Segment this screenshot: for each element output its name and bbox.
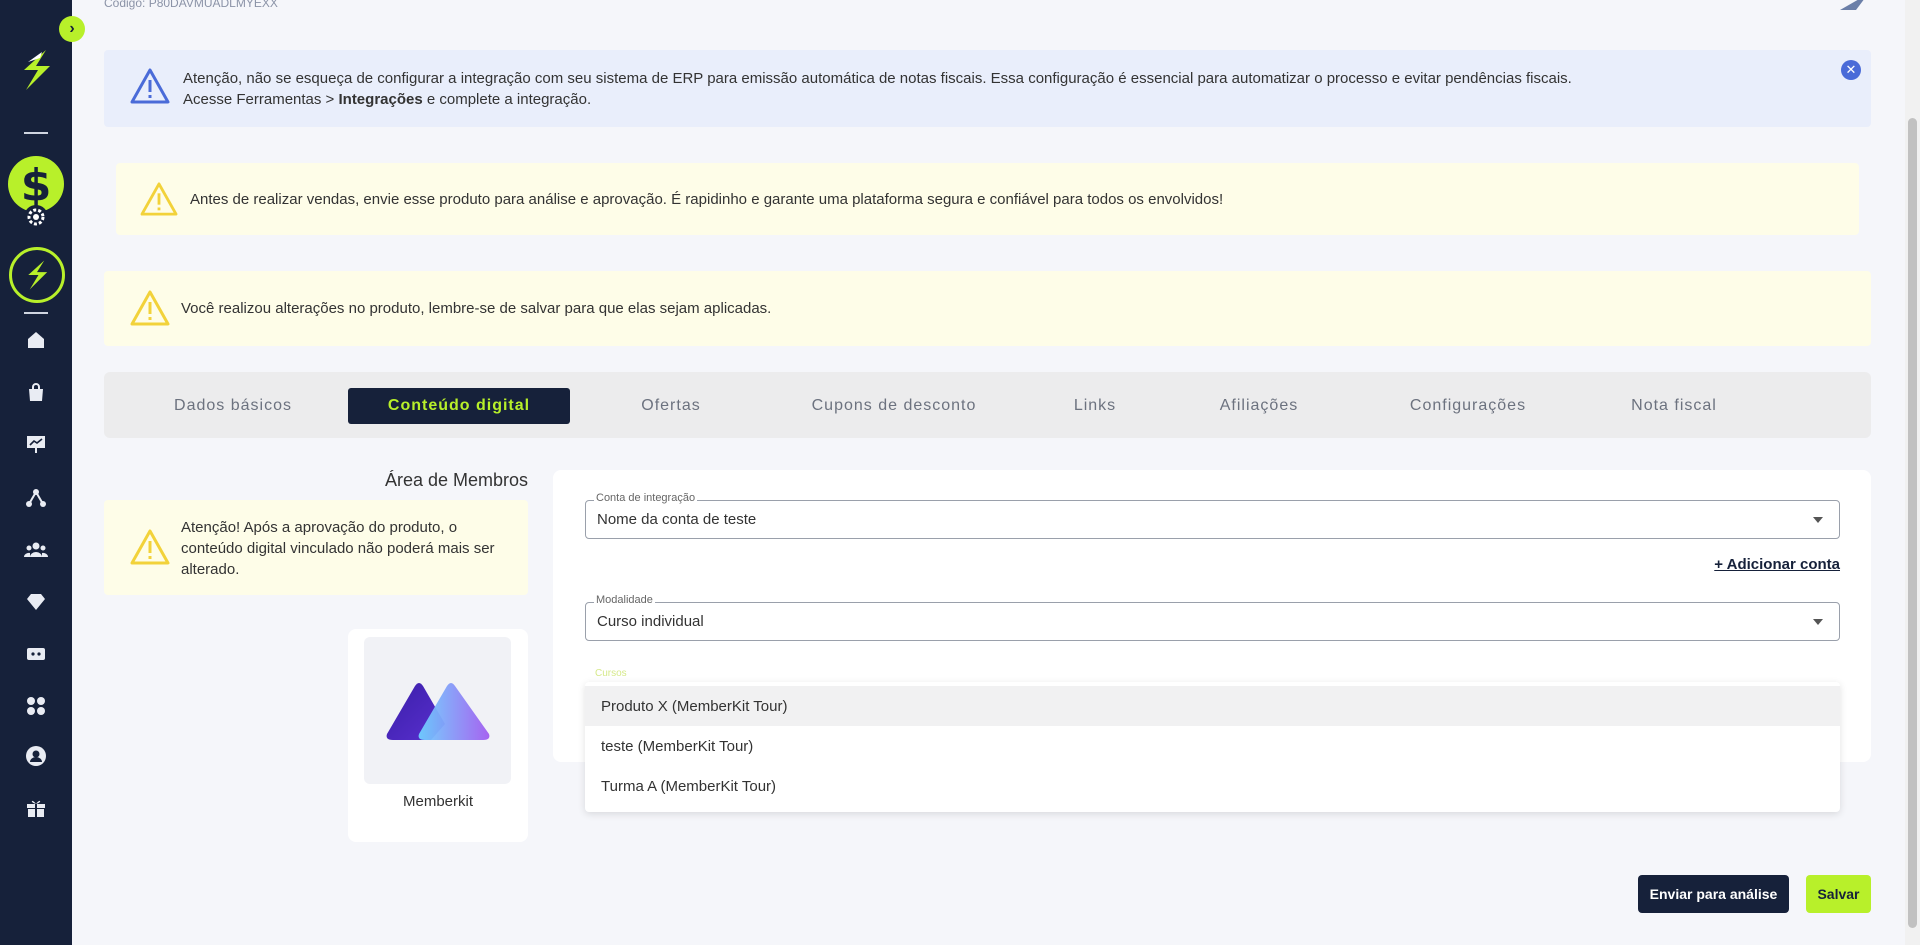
unsaved-changes-text: Você realizou alterações no produto, lem… — [181, 300, 772, 317]
users-icon[interactable] — [24, 538, 48, 562]
apps-grid-icon[interactable] — [24, 694, 48, 718]
integration-account-label: Conta de integração — [594, 492, 698, 504]
sidebar-divider — [24, 132, 48, 134]
shopping-bag-icon[interactable] — [24, 380, 48, 404]
svg-text:$: $ — [21, 162, 52, 206]
scrollbar-thumb[interactable] — [1908, 118, 1917, 928]
tab-afiliacoes[interactable]: Afiliações — [1174, 388, 1344, 424]
modality-value: Curso individual — [597, 613, 704, 630]
warning-triangle-icon — [130, 68, 170, 109]
tab-ofertas[interactable]: Ofertas — [596, 388, 746, 424]
warning-triangle-icon — [140, 182, 178, 221]
gift-icon[interactable] — [24, 796, 48, 820]
course-option[interactable]: Produto X (MemberKit Tour) — [585, 686, 1840, 726]
tab-cupons-de-desconto[interactable]: Cupons de desconto — [774, 388, 1014, 424]
warning-triangle-icon — [130, 290, 170, 331]
members-area-title: Área de Membros — [384, 470, 528, 490]
approval-alert: Antes de realizar vendas, envie esse pro… — [116, 163, 1859, 235]
save-button[interactable]: Salvar — [1806, 875, 1871, 913]
modality-label: Modalidade — [594, 594, 655, 606]
brand-logo-icon[interactable] — [16, 48, 56, 92]
tab-nota-fiscal[interactable]: Nota fiscal — [1594, 388, 1754, 424]
courses-label: Cursos — [595, 668, 627, 679]
modality-select[interactable]: Modalidade Curso individual — [585, 594, 1840, 641]
gear-icon[interactable] — [24, 205, 48, 229]
presentation-chart-icon[interactable] — [24, 432, 48, 456]
erp-alert-text: Atenção, não se esqueça de configurar a … — [183, 70, 1572, 108]
memberkit-card[interactable]: Memberkit — [348, 629, 528, 842]
corner-arrow-icon — [1840, 0, 1868, 10]
user-circle-icon[interactable] — [24, 744, 48, 768]
integration-account-value: Nome da conta de teste — [597, 511, 757, 528]
warning-triangle-icon — [130, 529, 170, 570]
diamond-icon[interactable] — [24, 590, 48, 614]
chevron-down-icon — [1813, 619, 1823, 625]
approval-alert-text: Antes de realizar vendas, envie esse pro… — [190, 191, 1224, 208]
course-option[interactable]: Turma A (MemberKit Tour) — [585, 766, 1840, 806]
erp-integration-alert: Atenção, não se esqueça de configurar a … — [104, 50, 1871, 127]
integration-account-select[interactable]: Conta de integração Nome da conta de tes… — [585, 492, 1840, 539]
members-warning-text: Atenção! Após a aprovação do produto, o … — [181, 519, 495, 578]
add-account-link[interactable]: + Adicionar conta — [1714, 556, 1840, 573]
network-icon[interactable] — [24, 486, 48, 510]
send-for-review-button[interactable]: Enviar para análise — [1638, 875, 1789, 913]
page-scrollbar[interactable] — [1905, 0, 1920, 945]
close-alert-button[interactable]: ✕ — [1841, 60, 1861, 80]
chevron-down-icon — [1813, 517, 1823, 523]
sidebar-divider — [24, 312, 48, 314]
tab-links[interactable]: Links — [1040, 388, 1150, 424]
tab-configuracoes[interactable]: Configurações — [1368, 388, 1568, 424]
sidebar: $ — [0, 0, 72, 945]
dollar-icon[interactable]: $ — [8, 156, 64, 212]
memberkit-label: Memberkit — [402, 793, 473, 810]
product-tabs: Dados básicos Conteúdo digital Ofertas C… — [104, 372, 1871, 438]
unsaved-changes-alert: Você realizou alterações no produto, lem… — [104, 271, 1871, 346]
platform-logo-icon[interactable] — [9, 247, 65, 303]
tab-dados-basicos[interactable]: Dados básicos — [128, 388, 338, 424]
members-warning: Atenção! Após a aprovação do produto, o … — [104, 500, 528, 595]
course-option[interactable]: teste (MemberKit Tour) — [585, 726, 1840, 766]
memberkit-logo-icon — [364, 637, 511, 784]
courses-dropdown[interactable]: Produto X (MemberKit Tour) teste (Member… — [585, 682, 1840, 812]
product-code: Código: P80DAVMUADLMYEXX — [104, 0, 278, 10]
tab-conteudo-digital[interactable]: Conteúdo digital — [348, 388, 570, 424]
ticket-icon[interactable] — [24, 642, 48, 666]
home-icon[interactable] — [24, 328, 48, 352]
sidebar-toggle-button[interactable]: › — [59, 16, 85, 42]
